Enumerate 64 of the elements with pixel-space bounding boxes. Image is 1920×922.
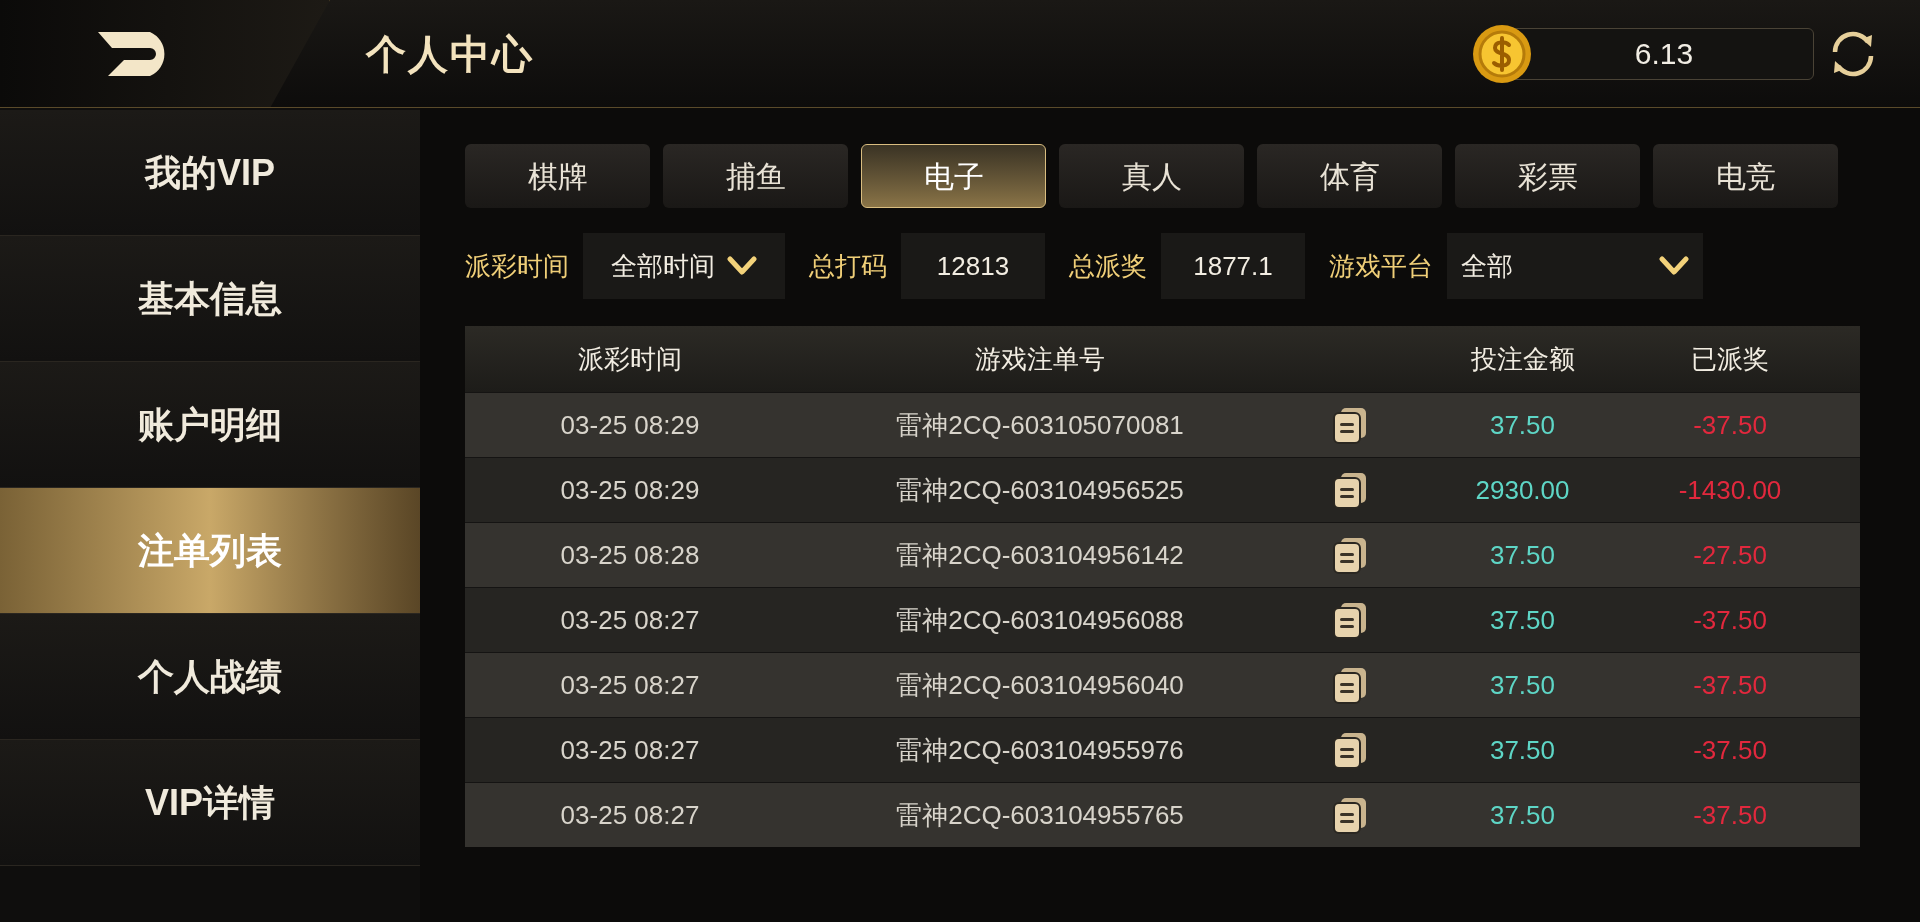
sidebar-item[interactable]: 账户明细	[0, 362, 420, 488]
table-cell-text: 03-25 08:29	[559, 473, 701, 507]
column-header: 投注金额	[1469, 342, 1576, 376]
filter-label: 派彩时间	[465, 249, 569, 283]
copy-icon[interactable]	[1332, 471, 1368, 509]
table-cell-text: -27.50	[1692, 538, 1768, 572]
sidebar-item[interactable]: VIP详情	[0, 740, 420, 866]
table-cell-text: 03-25 08:27	[559, 668, 701, 702]
coin-icon	[1471, 22, 1533, 85]
category-tab[interactable]: 真人	[1059, 144, 1244, 208]
column-header: 派彩时间	[577, 342, 683, 376]
total-bet-field: 12813	[901, 233, 1045, 299]
table-cell-text: 03-25 08:28	[559, 538, 701, 572]
category-tab[interactable]: 彩票	[1455, 144, 1640, 208]
table-cell-text: 03-25 08:29	[559, 408, 701, 442]
category-tab[interactable]: 棋牌	[465, 144, 650, 208]
table-cell-text: 雷神2CQ-603104956142	[895, 538, 1185, 572]
time-dropdown[interactable]: 全部时间	[583, 233, 785, 299]
table-cell-text: 雷神2CQ-603104956040	[895, 668, 1185, 702]
table-cell-text: -37.50	[1692, 668, 1768, 702]
table-cell-text: -37.50	[1692, 733, 1768, 767]
category-tab[interactable]: 电竞	[1653, 144, 1838, 208]
table-cell-text: 37.50	[1488, 733, 1557, 767]
copy-icon[interactable]	[1332, 731, 1368, 769]
table-cell-text: 03-25 08:27	[559, 798, 701, 832]
page-title: 个人中心	[366, 30, 534, 78]
chevron-down-icon	[727, 255, 757, 277]
filter-label: 总打码	[809, 249, 887, 283]
category-tab[interactable]: 电子	[861, 144, 1046, 208]
table-cell-text: -1430.00	[1677, 473, 1783, 507]
table-cell-text: 37.50	[1488, 798, 1557, 832]
table-cell-text: 雷神2CQ-603104955976	[895, 733, 1185, 767]
copy-icon[interactable]	[1332, 666, 1368, 704]
copy-icon[interactable]	[1332, 601, 1368, 639]
table-cell-text: 37.50	[1488, 408, 1557, 442]
column-header: 已派奖	[1690, 342, 1770, 376]
copy-icon[interactable]	[1332, 796, 1368, 834]
sidebar-item[interactable]: 个人战绩	[0, 614, 420, 740]
total-payout-field: 1877.1	[1161, 233, 1305, 299]
table-cell-text: -37.50	[1692, 603, 1768, 637]
table-cell-text: 37.50	[1488, 668, 1557, 702]
table-cell-text: 03-25 08:27	[559, 733, 701, 767]
table-cell-text: -37.50	[1692, 408, 1768, 442]
table-cell-text: 03-25 08:27	[559, 603, 701, 637]
table-cell-text: 雷神2CQ-603105070081	[895, 408, 1185, 442]
table-cell-text: 雷神2CQ-603104956525	[895, 473, 1185, 507]
table-cell-text: 2930.00	[1474, 473, 1571, 507]
category-tab[interactable]: 捕鱼	[663, 144, 848, 208]
column-header: 游戏注单号	[974, 342, 1106, 376]
sidebar-item[interactable]: 我的VIP	[0, 110, 420, 236]
table-cell-text: 37.50	[1488, 603, 1557, 637]
platform-dropdown[interactable]: 全部	[1447, 233, 1703, 299]
balance-amount: 6.13	[1633, 36, 1695, 72]
filter-label: 游戏平台	[1329, 249, 1433, 283]
table-cell-text: 雷神2CQ-603104956088	[895, 603, 1185, 637]
table-cell-text: 雷神2CQ-603104955765	[895, 798, 1185, 832]
filter-label: 总派奖	[1069, 249, 1147, 283]
copy-icon[interactable]	[1332, 406, 1368, 444]
table-cell-text: -37.50	[1692, 798, 1768, 832]
category-tab[interactable]: 体育	[1257, 144, 1442, 208]
chevron-down-icon	[1659, 255, 1689, 277]
table-cell-text: 37.50	[1488, 538, 1557, 572]
sidebar-item[interactable]: 基本信息	[0, 236, 420, 362]
copy-icon[interactable]	[1332, 536, 1368, 574]
